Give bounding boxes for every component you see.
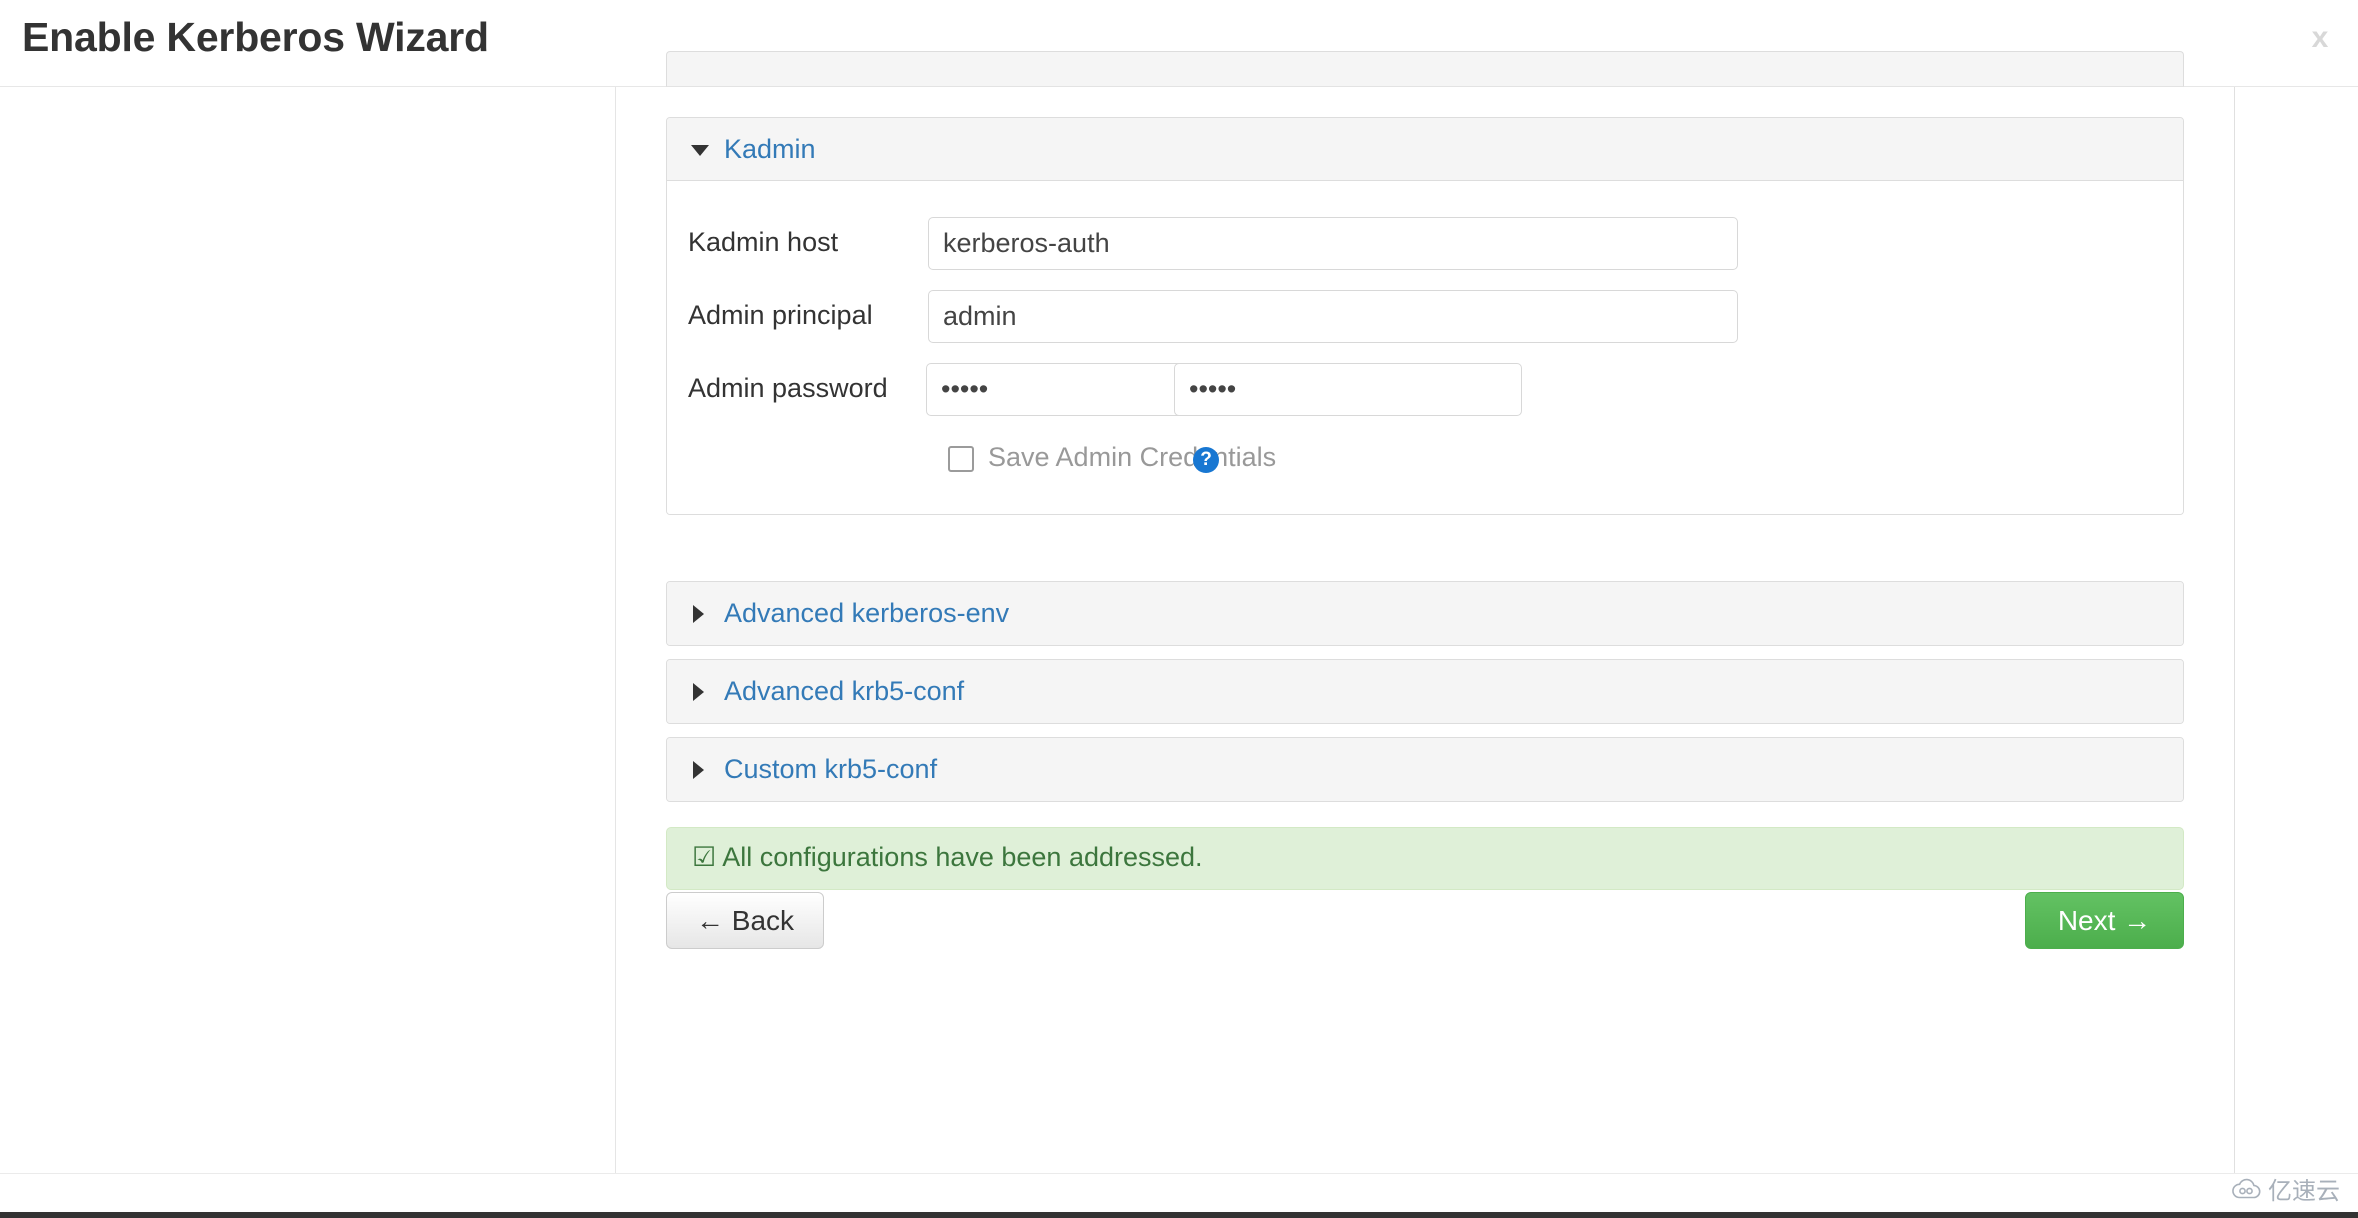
chevron-right-icon [693,683,704,701]
kadmin-host-label: Kadmin host [688,227,839,257]
kadmin-host-input[interactable] [928,217,1738,270]
admin-password-label: Admin password [688,373,888,403]
kadmin-panel-header[interactable]: Kadmin [667,118,2183,181]
save-admin-credentials-label: Save Admin Credentials [988,442,1277,472]
form-row-admin-password: Admin password [667,363,2183,416]
advanced-krb5-conf-title[interactable]: Advanced krb5-conf [724,676,964,707]
custom-krb5-conf-title[interactable]: Custom krb5-conf [724,754,937,785]
save-admin-credentials-checkbox[interactable] [948,446,974,472]
close-icon[interactable]: x [2300,18,2340,58]
wizard-body: Kadmin Kadmin host Admin principal Admin… [0,51,2358,1218]
advanced-kerberos-env-header[interactable]: Advanced kerberos-env [667,582,2183,645]
kadmin-panel-body: Kadmin host Admin principal Admin passwo… [667,181,2183,514]
form-row-admin-principal: Admin principal [667,290,2183,343]
advanced-kerberos-env-title[interactable]: Advanced kerberos-env [724,598,1009,629]
kadmin-panel: Kadmin Kadmin host Admin principal Admin… [666,117,2184,515]
admin-principal-input[interactable] [928,290,1738,343]
admin-principal-label: Admin principal [688,300,873,330]
admin-password-confirm-input[interactable] [1174,363,1522,416]
watermark-text: 亿速云 [2268,1177,2340,1205]
advanced-krb5-conf-panel: Advanced krb5-conf [666,659,2184,724]
form-row-kadmin-host: Kadmin host [667,217,2183,270]
watermark: 亿速云 [2231,1171,2340,1206]
advanced-krb5-conf-header[interactable]: Advanced krb5-conf [667,660,2183,723]
custom-krb5-conf-panel: Custom krb5-conf [666,737,2184,802]
chevron-right-icon [693,605,704,623]
previous-panel-cutoff[interactable] [666,51,2184,87]
save-credentials-row: Save Admin Credentials ? [667,436,2183,484]
chevron-right-icon [693,761,704,779]
status-alert-message: All configurations have been addressed. [722,842,1203,872]
advanced-kerberos-env-panel: Advanced kerberos-env [666,581,2184,646]
kadmin-panel-title[interactable]: Kadmin [724,134,816,165]
status-alert-content: ☑ All configurations have been addressed. [692,842,1203,873]
cloud-icon [2232,1178,2261,1198]
help-icon[interactable]: ? [1193,447,1219,473]
page-title: Enable Kerberos Wizard [22,14,489,60]
back-button[interactable]: ← Back [666,892,824,949]
left-rail [0,87,616,1173]
content-column: Kadmin Kadmin host Admin principal Admin… [617,51,2235,1173]
status-alert: ☑ All configurations have been addressed. [666,827,2184,890]
chevron-down-icon [691,145,709,156]
next-button[interactable]: Next → [2025,892,2184,949]
check-icon: ☑ [692,842,717,872]
custom-krb5-conf-header[interactable]: Custom krb5-conf [667,738,2183,801]
page-bottom-edge [0,1212,2358,1218]
